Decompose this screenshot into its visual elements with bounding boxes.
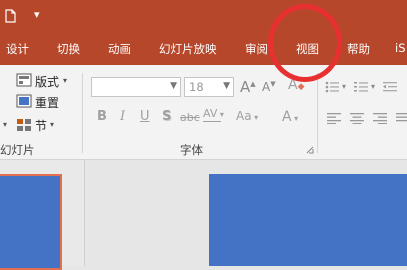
quick-access-dropdown[interactable]: ▾ [34, 8, 40, 21]
chevron-down-icon: ▼ [170, 81, 177, 91]
slide-canvas[interactable] [209, 174, 407, 266]
font-size-value: 18 [189, 80, 204, 94]
font-size-combo[interactable]: 18 ▼ [184, 77, 234, 97]
strikethrough-button[interactable]: abc [180, 111, 200, 124]
shrink-font-icon[interactable]: A▼ [262, 80, 276, 94]
numbering-icon[interactable] [354, 81, 368, 93]
font-name-combo[interactable]: ▼ [91, 77, 181, 97]
reset-button[interactable]: 重置 [12, 92, 72, 112]
bullets-icon[interactable] [325, 81, 339, 93]
slide-thumbnails-pane [0, 160, 85, 270]
align-left-icon[interactable] [327, 112, 341, 124]
section-button[interactable]: ▾ 节 ▾ [0, 115, 62, 135]
align-right-icon[interactable] [373, 112, 387, 124]
ribbon-tabs: 设计 切换 动画 幻灯片放映 审阅 视图 帮助 iS [0, 33, 407, 65]
slide-thumbnail[interactable] [0, 174, 62, 270]
justify-icon[interactable] [396, 112, 407, 124]
tab-overflow[interactable]: iS [395, 41, 406, 55]
slides-group-label: 幻灯片 [0, 143, 35, 157]
layout-label: 版式 [35, 75, 60, 89]
chevron-down-icon: ▾ [50, 120, 55, 129]
layout-button[interactable]: 版式 ▾ [12, 71, 72, 91]
reset-label: 重置 [35, 96, 60, 110]
group-divider [82, 73, 83, 153]
tab-review[interactable]: 审阅 [245, 41, 268, 57]
ribbon-home: 版式 ▾ 重置 ▾ 节 ▾ 幻灯片 ▼ 18 ▼ A▲ A▼ A◆ B I U … [0, 65, 407, 160]
chevron-down-icon[interactable]: ▾ [371, 82, 375, 91]
title-bar: ▾ [0, 0, 407, 33]
italic-button[interactable]: I [120, 109, 125, 124]
highlight-circle [268, 4, 342, 82]
reset-icon [16, 94, 32, 108]
font-group-label: 字体 [180, 143, 203, 157]
tab-design[interactable]: 设计 [6, 41, 29, 57]
decrease-indent-icon[interactable] [383, 81, 397, 93]
section-icon [17, 119, 31, 131]
shadow-button[interactable]: S [162, 109, 171, 124]
document-icon[interactable] [5, 9, 16, 23]
change-case-button[interactable]: Aa ▾ [236, 109, 258, 123]
chevron-down-icon: ▾ [3, 120, 8, 129]
tab-transitions[interactable]: 切换 [57, 41, 80, 57]
dialog-launcher-icon[interactable] [306, 146, 314, 154]
group-divider [317, 73, 318, 153]
tab-help[interactable]: 帮助 [347, 41, 370, 57]
bold-button[interactable]: B [97, 109, 107, 124]
underline-button[interactable]: U [140, 109, 150, 124]
font-color-button[interactable]: A ▾ [282, 109, 298, 125]
section-label: 节 [35, 119, 48, 133]
tab-animations[interactable]: 动画 [108, 41, 131, 57]
chevron-down-icon: ▼ [223, 81, 230, 91]
char-spacing-button[interactable]: AV ▾ [203, 107, 224, 122]
chevron-down-icon: ▾ [63, 76, 68, 85]
chevron-down-icon[interactable]: ▾ [342, 82, 346, 91]
align-center-icon[interactable] [350, 112, 364, 124]
tab-slideshow[interactable]: 幻灯片放映 [159, 41, 217, 57]
layout-icon [16, 73, 32, 87]
grow-font-icon[interactable]: A▲ [240, 78, 256, 96]
